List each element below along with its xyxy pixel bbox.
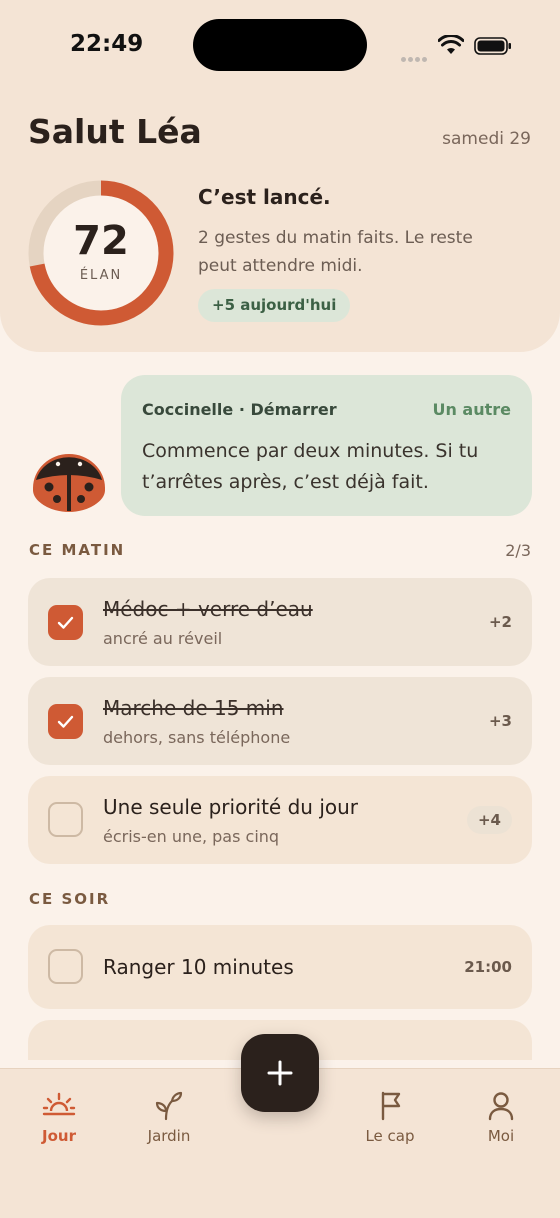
- flag-icon: [381, 1091, 401, 1121]
- task-checkbox-checked[interactable]: [48, 704, 83, 739]
- task-subtitle: écris-en une, pas cinq: [103, 827, 280, 846]
- status-description: 2 gestes du matin faits. Le reste peut a…: [198, 228, 473, 276]
- battery-icon: [474, 37, 511, 55]
- coach-another-button[interactable]: Un autre: [432, 400, 511, 419]
- status-title: C’est lancé.: [198, 185, 331, 209]
- user-icon: [488, 1092, 514, 1121]
- coach-message: Commence par deux minutes. Si tu t’arrêt…: [142, 440, 479, 493]
- task-title: Ranger 10 minutes: [103, 955, 294, 979]
- task-row[interactable]: Une seule priorité du jour écris-en une,…: [28, 776, 532, 864]
- task-checkbox-checked[interactable]: [48, 605, 83, 640]
- tab-moi[interactable]: Moi: [451, 1091, 551, 1145]
- wifi-icon: [438, 35, 464, 54]
- tab-jour[interactable]: Jour: [9, 1091, 109, 1145]
- task-subtitle: dehors, sans téléphone: [103, 728, 291, 747]
- cellular-signal-icon: [401, 47, 429, 66]
- check-icon: [57, 715, 74, 728]
- tab-label: Moi: [487, 1127, 515, 1145]
- add-button[interactable]: [241, 1034, 319, 1112]
- task-points: +3: [488, 712, 512, 730]
- elan-score-label: ÉLAN: [79, 268, 123, 283]
- task-points: +2: [488, 613, 512, 631]
- task-subtitle: ancré au réveil: [103, 629, 223, 648]
- today-gain-badge: +5 aujourd'hui: [198, 289, 351, 322]
- task-time: 21:00: [464, 958, 512, 976]
- task-title: Médoc + verre d’eau: [103, 597, 313, 621]
- coach-message-card: Coccinelle · Démarrer Un autre Commence …: [121, 375, 532, 516]
- elan-score-value: 72: [73, 218, 129, 264]
- tab-le-cap[interactable]: Le cap: [340, 1091, 440, 1145]
- tab-label: Jardin: [147, 1127, 191, 1145]
- task-checkbox-unchecked[interactable]: [48, 802, 83, 837]
- task-row[interactable]: Ranger 10 minutes 21:00: [28, 925, 532, 1009]
- tab-label: Jour: [42, 1127, 76, 1145]
- sun-icon: [42, 1092, 76, 1116]
- coach-name: Coccinelle · Démarrer: [142, 400, 337, 419]
- tab-label: Le cap: [365, 1127, 415, 1145]
- task-title: Une seule priorité du jour: [103, 795, 359, 819]
- section-count-morning: 2/3: [505, 541, 531, 560]
- section-title-morning: CE MATIN: [29, 541, 126, 559]
- task-row[interactable]: Marche de 15 min dehors, sans téléphone …: [28, 677, 532, 765]
- status-bar: 22:49: [0, 0, 560, 90]
- check-icon: [57, 616, 74, 629]
- greeting-title: Salut Léa: [28, 112, 202, 151]
- status-time: 22:49: [70, 31, 144, 57]
- dynamic-island: [193, 19, 367, 71]
- task-checkbox-unchecked[interactable]: [48, 949, 83, 984]
- plus-icon: [267, 1060, 293, 1086]
- tab-jardin[interactable]: Jardin: [119, 1091, 219, 1145]
- date-label: samedi 29: [442, 129, 531, 149]
- task-points: +4: [466, 806, 512, 834]
- sprout-icon: [155, 1091, 183, 1121]
- task-row[interactable]: Médoc + verre d’eau ancré au réveil +2: [28, 578, 532, 666]
- ladybug-avatar-icon: [33, 454, 105, 512]
- section-title-evening: CE SOIR: [29, 890, 111, 908]
- task-title: Marche de 15 min: [103, 696, 284, 720]
